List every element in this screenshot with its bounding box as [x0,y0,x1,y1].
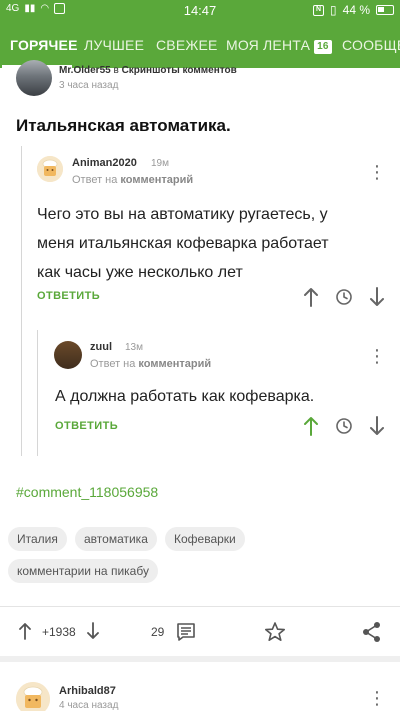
comment-body: А должна работать как кофеварка. [55,382,385,411]
tab-label: ГОРЯЧЕЕ [10,37,78,53]
comment-time: 13м [125,342,143,353]
thread-line [21,146,22,456]
reply-target-link[interactable]: комментарий [120,174,193,186]
post-separator [0,656,400,662]
post-author-name[interactable]: Mr.Older55 [59,65,111,76]
next-post-time: 4 часа назад [59,700,119,711]
reply-prefix: Ответ на [90,358,136,370]
divider [0,606,400,607]
tab-label: ЛУЧШЕЕ [84,37,145,53]
post-community[interactable]: Скриншоты комментов [122,65,237,76]
reply-button[interactable]: ОТВЕТИТЬ [55,420,118,432]
reply-button[interactable]: ОТВЕТИТЬ [37,290,100,302]
comment-body: Чего это вы на автоматику ругаетесь, у м… [37,200,387,287]
post-in-label: в [113,65,119,76]
nfc-icon: N [313,4,325,16]
share-icon[interactable] [362,621,382,643]
comment-text-line: как часы уже несколько лет [37,264,243,281]
clock-icon[interactable] [335,288,353,306]
reply-target-link[interactable]: комментарий [138,358,211,370]
comment-avatar[interactable] [37,156,63,182]
comment-more-icon[interactable]: ⋮ [368,162,386,182]
tag-chip[interactable]: Кофеварки [165,527,245,551]
post-author-line: Mr.Older55 в Скриншоты комментов [59,65,237,76]
tag-chip[interactable]: Италия [8,527,67,551]
post-time: 3 часа назад [59,80,119,91]
chef-avatar-icon [37,156,63,182]
vibrate-icon: ▯ [330,3,337,17]
comment-author[interactable]: zuul [90,341,112,353]
comment-time: 19м [151,158,169,169]
star-icon[interactable] [264,621,286,643]
tab-fresh[interactable]: СВЕЖЕЕ [156,22,218,68]
comment-text-line: меня итальянская кофеварка работает [37,235,329,252]
comment-text-line: Чего это вы на автоматику ругаетесь, у [37,206,328,223]
post-more-icon[interactable]: ⋮ [368,688,386,708]
tab-bar: ГОРЯЧЕЕ ЛУЧШЕЕ СВЕЖЕЕ МОЯ ЛЕНТА16 СООБЩЕ… [0,22,400,68]
arrow-up-icon[interactable] [18,622,32,640]
reply-to-line: Ответ на комментарий [90,358,211,370]
reply-to-line: Ответ на комментарий [72,174,193,186]
clock-icon[interactable] [335,417,353,435]
battery-icon [376,5,394,15]
reply-prefix: Ответ на [72,174,118,186]
comment-avatar[interactable] [54,341,82,369]
feed-count-badge: 16 [314,40,332,54]
arrow-down-icon[interactable] [369,416,385,436]
tab-communities[interactable]: СООБЩЕСТВА [342,22,400,68]
arrow-up-icon[interactable] [303,287,319,307]
comment-hashtag-link[interactable]: #comment_118056958 [16,484,158,500]
status-right: N ▯ 44 % [313,3,394,17]
comment-author[interactable]: Animan2020 [72,157,137,169]
next-post-author[interactable]: Arhibald87 [59,685,116,697]
status-bar: 4G ▮▮ ◠ 14:47 N ▯ 44 % [0,0,400,22]
tab-hot[interactable]: ГОРЯЧЕЕ [10,22,78,68]
comment-icon[interactable] [176,622,196,642]
post-title[interactable]: Итальянская автоматика. [16,116,231,136]
tab-label: МОЯ ЛЕНТА [226,37,311,53]
tab-label: СООБЩЕСТВА [342,37,400,53]
tab-best[interactable]: ЛУЧШЕЕ [84,22,144,68]
tab-my-feed[interactable]: МОЯ ЛЕНТА 16 [226,22,332,68]
battery-label: 44 % [342,3,370,17]
post-rating: +1938 [42,625,76,639]
tag-chip[interactable]: комментарии на пикабу [8,559,158,583]
comment-more-icon[interactable]: ⋮ [368,346,386,366]
chef-avatar-icon [16,682,50,711]
arrow-down-icon[interactable] [369,287,385,307]
comment-text-line: А должна работать как кофеварка. [55,388,315,405]
arrow-up-icon[interactable] [303,416,319,436]
comments-count[interactable]: 29 [151,625,164,639]
tag-chip[interactable]: автоматика [75,527,157,551]
post-author-avatar[interactable] [16,60,52,96]
nested-thread-line [37,330,38,456]
next-post-author-avatar[interactable] [16,682,50,711]
arrow-down-icon[interactable] [86,622,100,640]
tab-label: СВЕЖЕЕ [156,37,218,53]
